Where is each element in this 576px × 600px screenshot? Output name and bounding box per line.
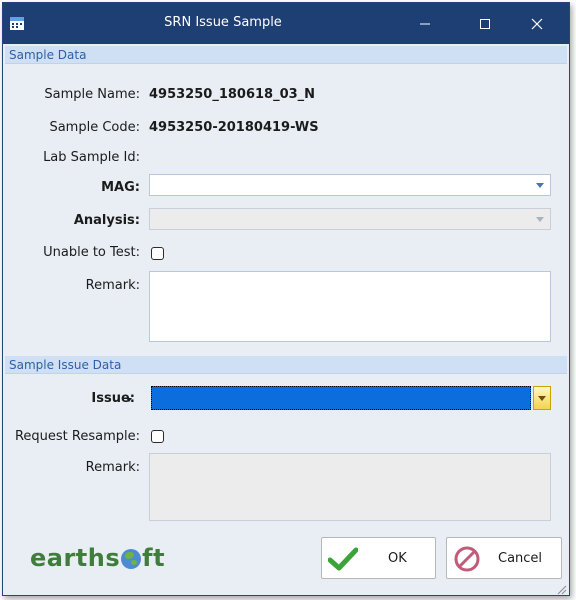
minimize-button[interactable]: [401, 3, 449, 44]
cancel-button[interactable]: Cancel: [446, 537, 562, 579]
srn-issue-sample-window: SRN Issue Sample Sample Data Sample Name…: [2, 2, 570, 596]
ok-label: OK: [388, 550, 407, 566]
chevron-down-icon: [538, 396, 546, 401]
mag-dropdown[interactable]: [149, 174, 551, 196]
close-icon: [531, 18, 543, 29]
resize-grip-icon[interactable]: [555, 583, 567, 595]
sample-code-value: 4953250-20180419-WS: [149, 120, 319, 135]
globe-icon: [121, 549, 142, 569]
title-bar[interactable]: SRN Issue Sample: [3, 3, 569, 44]
lab-sample-id-label: Lab Sample Id:: [43, 150, 140, 165]
chevron-down-icon: [536, 217, 544, 222]
remark-textarea[interactable]: [149, 271, 551, 342]
sample-code-label: Sample Code:: [49, 120, 140, 135]
issue-dropdown-button[interactable]: [533, 386, 551, 410]
remark-label: Remark:: [85, 278, 140, 293]
mag-label: MAG:: [101, 180, 140, 195]
analysis-label: Analysis:: [73, 213, 140, 228]
ok-button[interactable]: OK: [321, 537, 436, 579]
sample-name-value: 4953250_180618_03_N: [149, 87, 316, 102]
unable-to-test-label: Unable to Test:: [43, 245, 140, 260]
sample-name-label: Sample Name:: [44, 87, 140, 102]
maximize-button[interactable]: [461, 3, 509, 44]
window-title: SRN Issue Sample: [164, 15, 282, 30]
sample-data-header: Sample Data: [5, 46, 567, 64]
earthsoft-logo: earths ft: [30, 544, 166, 572]
unable-to-test-checkbox[interactable]: [151, 247, 164, 260]
issue-remark-label: Remark:: [85, 460, 140, 475]
prohibited-icon: [454, 546, 480, 572]
cancel-label: Cancel: [498, 550, 543, 566]
request-resample-checkbox[interactable]: [151, 430, 164, 443]
caret-down-icon[interactable]: [125, 397, 133, 403]
issue-dropdown[interactable]: [151, 386, 531, 410]
request-resample-label: Request Resample:: [14, 429, 140, 444]
maximize-icon: [480, 18, 490, 29]
issue-remark-textarea[interactable]: [149, 453, 551, 521]
chevron-down-icon: [536, 183, 544, 188]
close-button[interactable]: [513, 3, 561, 44]
minimize-icon: [420, 23, 430, 24]
sample-issue-data-header: Sample Issue Data: [5, 356, 567, 374]
checkmark-icon: [328, 547, 358, 571]
analysis-dropdown[interactable]: [149, 208, 551, 230]
